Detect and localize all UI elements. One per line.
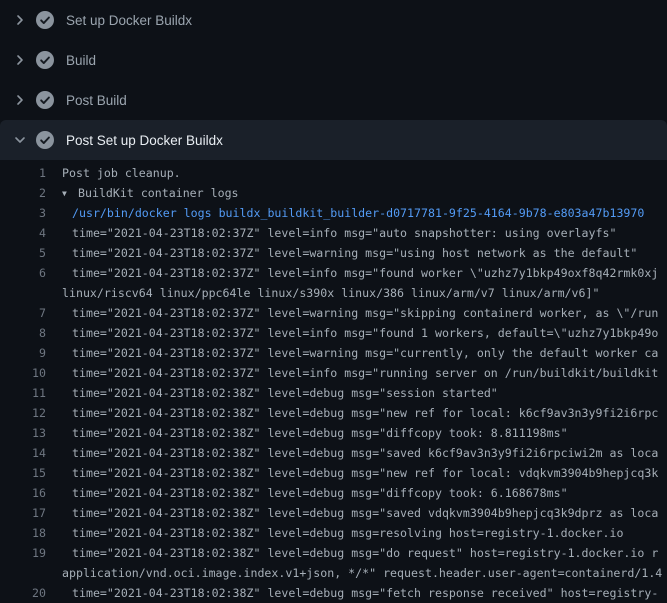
log-line: 20time="2021-04-23T18:02:38Z" level=debu… <box>0 583 667 603</box>
log-line-number[interactable]: 15 <box>0 463 46 483</box>
log-line: 18time="2021-04-23T18:02:38Z" level=debu… <box>0 523 667 543</box>
check-circle-icon <box>36 51 54 69</box>
log-line-number[interactable]: 7 <box>0 303 46 323</box>
log-line-continuation: linux/riscv64 linux/ppc64le linux/s390x … <box>0 283 667 303</box>
log-line: 12time="2021-04-23T18:02:38Z" level=debu… <box>0 403 667 423</box>
log-line-number[interactable]: 18 <box>0 523 46 543</box>
log-text: time="2021-04-23T18:02:37Z" level=warnin… <box>46 303 658 323</box>
log-text: time="2021-04-23T18:02:37Z" level=info m… <box>46 223 616 243</box>
check-circle-icon <box>36 131 54 149</box>
log-line-number[interactable]: 1 <box>0 163 46 183</box>
step-build[interactable]: Build <box>0 40 667 80</box>
log-line: 1Post job cleanup. <box>0 163 667 183</box>
log-text: application/vnd.oci.image.index.v1+json,… <box>46 563 662 583</box>
log-line: 14time="2021-04-23T18:02:38Z" level=debu… <box>0 443 667 463</box>
step-label: Post Build <box>66 93 127 108</box>
log-text: time="2021-04-23T18:02:37Z" level=warnin… <box>46 243 637 263</box>
log-line: 13time="2021-04-23T18:02:38Z" level=debu… <box>0 423 667 443</box>
log-line: 15time="2021-04-23T18:02:38Z" level=debu… <box>0 463 667 483</box>
check-circle-icon <box>36 11 54 29</box>
log-line: 11time="2021-04-23T18:02:38Z" level=debu… <box>0 383 667 403</box>
log-text: Post job cleanup. <box>46 163 181 183</box>
log-text: time="2021-04-23T18:02:38Z" level=debug … <box>46 423 568 443</box>
log-line: 2▼BuildKit container logs <box>0 183 667 203</box>
log-text: time="2021-04-23T18:02:37Z" level=info m… <box>46 323 658 343</box>
log-command-text: /usr/bin/docker logs buildx_buildkit_bui… <box>46 203 644 223</box>
step-label: Set up Docker Buildx <box>66 13 192 28</box>
log-text: linux/riscv64 linux/ppc64le linux/s390x … <box>46 283 599 303</box>
log-line: 17time="2021-04-23T18:02:38Z" level=debu… <box>0 503 667 523</box>
step-post-setup-docker-buildx[interactable]: Post Set up Docker Buildx <box>0 120 667 160</box>
log-line: 7time="2021-04-23T18:02:37Z" level=warni… <box>0 303 667 323</box>
log-text: time="2021-04-23T18:02:38Z" level=debug … <box>46 443 658 463</box>
log-line-number[interactable]: 5 <box>0 243 46 263</box>
log-text: time="2021-04-23T18:02:37Z" level=warnin… <box>46 343 658 363</box>
log-line-number[interactable]: 8 <box>0 323 46 343</box>
log-text: time="2021-04-23T18:02:38Z" level=debug … <box>46 403 658 423</box>
chevron-right-icon <box>12 92 28 108</box>
log-line-number[interactable]: 11 <box>0 383 46 403</box>
log-line-number[interactable]: 10 <box>0 363 46 383</box>
step-post-build[interactable]: Post Build <box>0 80 667 120</box>
log-line-number[interactable]: 9 <box>0 343 46 363</box>
log-line-number[interactable]: 2 <box>0 183 46 203</box>
log-line-number[interactable]: 14 <box>0 443 46 463</box>
log-line: 16time="2021-04-23T18:02:38Z" level=debu… <box>0 483 667 503</box>
log-text: time="2021-04-23T18:02:38Z" level=debug … <box>46 583 658 603</box>
log-line: 9time="2021-04-23T18:02:37Z" level=warni… <box>0 343 667 363</box>
chevron-right-icon <box>12 52 28 68</box>
log-line-number <box>0 563 46 583</box>
chevron-right-icon <box>12 12 28 28</box>
log-line-number[interactable]: 13 <box>0 423 46 443</box>
log-line: 6time="2021-04-23T18:02:37Z" level=info … <box>0 263 667 283</box>
log-lines: 1Post job cleanup.2▼BuildKit container l… <box>0 160 667 603</box>
log-group-caret-icon: ▼ <box>62 184 78 203</box>
check-circle-icon <box>36 91 54 109</box>
log-line-number[interactable]: 3 <box>0 203 46 223</box>
log-line-number <box>0 283 46 303</box>
log-text: time="2021-04-23T18:02:38Z" level=debug … <box>46 503 658 523</box>
log-text: time="2021-04-23T18:02:37Z" level=info m… <box>46 263 658 283</box>
log-line: 10time="2021-04-23T18:02:37Z" level=info… <box>0 363 667 383</box>
log-text: time="2021-04-23T18:02:38Z" level=debug … <box>46 543 658 563</box>
log-text: time="2021-04-23T18:02:38Z" level=debug … <box>46 463 658 483</box>
log-line: 5time="2021-04-23T18:02:37Z" level=warni… <box>0 243 667 263</box>
log-line-number[interactable]: 17 <box>0 503 46 523</box>
step-label: Post Set up Docker Buildx <box>66 133 223 148</box>
log-line: 4time="2021-04-23T18:02:37Z" level=info … <box>0 223 667 243</box>
chevron-down-icon <box>12 132 28 148</box>
log-text: time="2021-04-23T18:02:37Z" level=info m… <box>46 363 658 383</box>
log-line-number[interactable]: 20 <box>0 583 46 603</box>
log-text: time="2021-04-23T18:02:38Z" level=debug … <box>46 483 568 503</box>
step-setup-docker-buildx[interactable]: Set up Docker Buildx <box>0 0 667 40</box>
log-line-number[interactable]: 12 <box>0 403 46 423</box>
log-text: time="2021-04-23T18:02:38Z" level=debug … <box>46 523 623 543</box>
log-group-toggle[interactable]: ▼BuildKit container logs <box>46 183 239 203</box>
log-line-number[interactable]: 4 <box>0 223 46 243</box>
log-line-number[interactable]: 16 <box>0 483 46 503</box>
log-line: 19time="2021-04-23T18:02:38Z" level=debu… <box>0 543 667 563</box>
log-line-number[interactable]: 19 <box>0 543 46 563</box>
log-text: time="2021-04-23T18:02:38Z" level=debug … <box>46 383 498 403</box>
log-line: 3/usr/bin/docker logs buildx_buildkit_bu… <box>0 203 667 223</box>
log-line-number[interactable]: 6 <box>0 263 46 283</box>
log-line-continuation: application/vnd.oci.image.index.v1+json,… <box>0 563 667 583</box>
step-label: Build <box>66 53 96 68</box>
step-list: Set up Docker Buildx Build Post Build Po… <box>0 0 667 160</box>
log-line: 8time="2021-04-23T18:02:37Z" level=info … <box>0 323 667 343</box>
